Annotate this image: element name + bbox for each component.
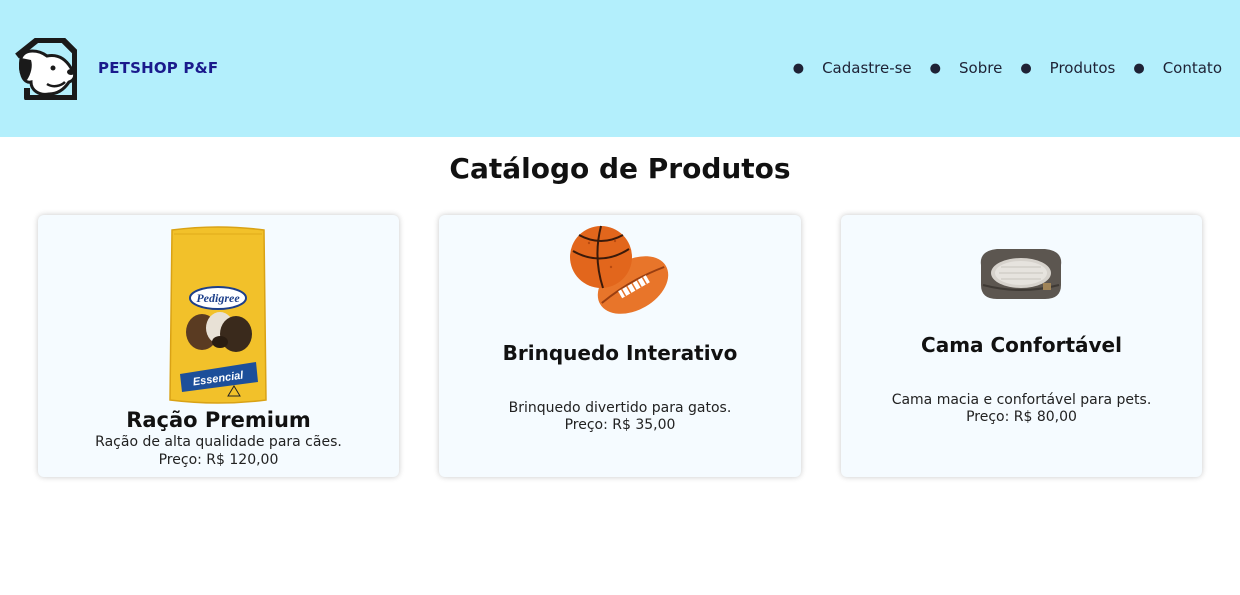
bag-brand-text: Pedigree	[196, 291, 240, 305]
toy-balls-image	[570, 225, 669, 314]
bullet-icon: ●	[792, 60, 805, 76]
product-card-brinquedo: Brinquedo Interativo Brinquedo divertido…	[439, 215, 801, 477]
nav-label[interactable]: Cadastre-se	[822, 59, 912, 77]
product-price: Preço: R$ 120,00	[158, 452, 279, 468]
product-name: Brinquedo Interativo	[502, 341, 738, 365]
product-description: Ração de alta qualidade para cães.	[95, 434, 342, 450]
nav-label[interactable]: Sobre	[959, 59, 1002, 77]
nav-item-produtos[interactable]: ● Produtos	[1020, 59, 1115, 77]
dog-house-icon[interactable]	[13, 38, 77, 100]
nav-label[interactable]: Produtos	[1050, 59, 1116, 77]
product-name: Cama Confortável	[921, 333, 1122, 357]
main-nav: ● Cadastre-se ● Sobre ● Produtos ● Conta…	[775, 59, 1222, 77]
product-card-cama: Cama Confortável Cama macia e confortáve…	[841, 215, 1202, 477]
brand-name[interactable]: PETSHOP P&F	[98, 59, 218, 77]
site-header: PETSHOP P&F ● Cadastre-se ● Sobre ● Prod…	[0, 0, 1240, 137]
bullet-icon: ●	[1133, 60, 1145, 76]
nav-item-contato[interactable]: ● Contato	[1133, 59, 1222, 77]
nav-label[interactable]: Contato	[1163, 59, 1222, 77]
bullet-icon: ●	[1020, 60, 1032, 76]
product-description: Brinquedo divertido para gatos.	[508, 400, 732, 416]
product-price: Preço: R$ 80,00	[966, 409, 1077, 425]
dog-food-bag-image: Pedigree Essencial	[169, 226, 267, 404]
bullet-icon: ●	[929, 60, 942, 76]
product-name: Ração Premium	[126, 408, 311, 432]
nav-item-sobre[interactable]: ● Sobre	[930, 59, 1003, 77]
pet-bed-image	[980, 249, 1062, 299]
product-description: Cama macia e confortável para pets.	[891, 392, 1152, 408]
product-price: Preço: R$ 35,00	[564, 417, 676, 433]
product-card-racao: Pedigree Essencial Ração Premium Ração d…	[38, 215, 399, 477]
page-title: Catálogo de Produtos	[449, 152, 791, 185]
nav-item-cadastre[interactable]: ● Cadastre-se	[793, 59, 912, 77]
